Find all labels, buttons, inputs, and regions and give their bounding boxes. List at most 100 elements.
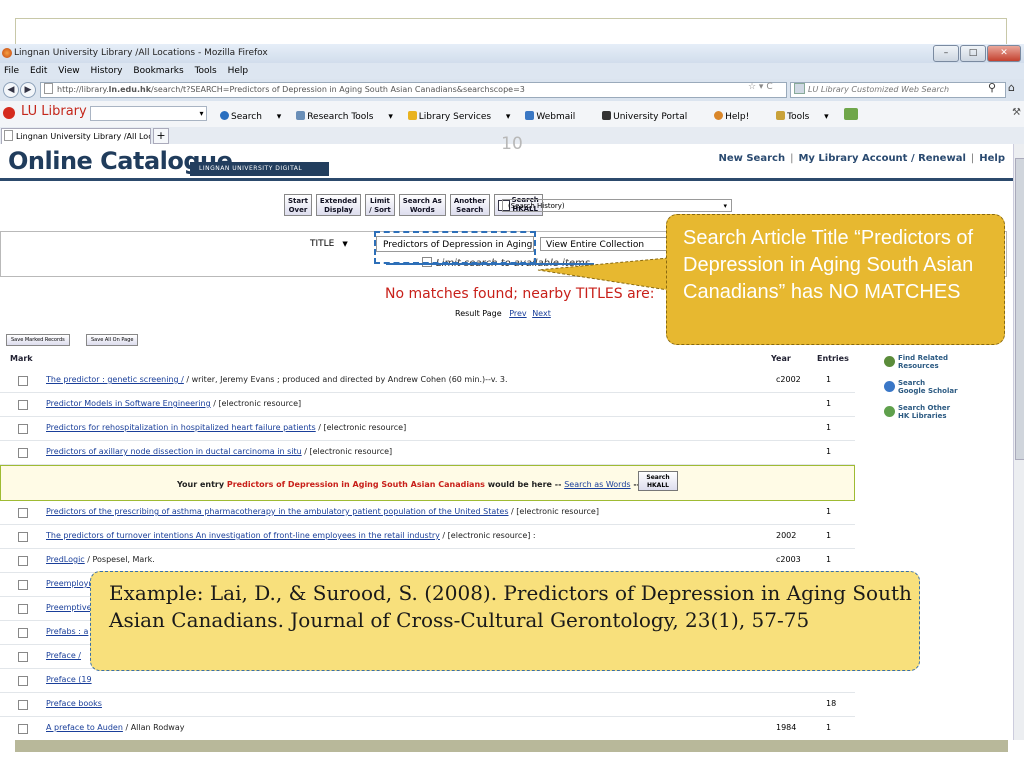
toolbar-search[interactable]: Search ▾: [220, 111, 281, 122]
bookmark-star-icon[interactable]: ☆ ▾ C: [748, 82, 773, 92]
search-as-words-link[interactable]: Search as Words: [564, 480, 630, 489]
no-matches-message: No matches found; nearby TITLES are:: [385, 286, 655, 302]
toolbar-research-tools[interactable]: Research Tools ▾: [296, 111, 393, 122]
mark-checkbox[interactable]: [18, 628, 28, 638]
row-entries: 1: [826, 375, 832, 384]
search-history-select[interactable]: (Search History) ▾: [502, 199, 732, 212]
pen-icon: [776, 111, 786, 120]
title-link[interactable]: Preface books: [46, 699, 102, 708]
save-all-on-page-button[interactable]: Save All On Page: [86, 334, 139, 346]
row-entries: 1: [826, 555, 832, 564]
title-link[interactable]: Prefabs : a: [46, 627, 88, 636]
mark-checkbox[interactable]: [18, 448, 28, 458]
start-over-button[interactable]: Start Over: [284, 194, 312, 216]
search-input-highlight: [374, 231, 536, 264]
year-header: Year: [771, 354, 791, 363]
menu-tools[interactable]: Tools: [195, 63, 217, 79]
prev-link[interactable]: Prev: [509, 309, 526, 318]
minimize-button[interactable]: –: [933, 45, 959, 62]
toolbar-search-dropdown[interactable]: ▾: [90, 106, 207, 121]
help-icon: [714, 111, 724, 120]
forward-icon[interactable]: ▶: [20, 82, 36, 98]
next-link[interactable]: Next: [532, 309, 551, 318]
mark-checkbox[interactable]: [18, 676, 28, 686]
scroll-thumb[interactable]: [1015, 158, 1024, 460]
toolbar-addon[interactable]: [843, 108, 860, 122]
home-icon[interactable]: ⌂: [1008, 81, 1015, 94]
mark-checkbox[interactable]: [18, 700, 28, 710]
mark-checkbox[interactable]: [18, 724, 28, 734]
mark-checkbox[interactable]: [18, 508, 28, 518]
mark-checkbox[interactable]: [18, 400, 28, 410]
mark-checkbox[interactable]: [18, 580, 28, 590]
title-link[interactable]: Preface (19: [46, 675, 92, 684]
hk-libraries-link[interactable]: Search Other HK Libraries: [884, 399, 958, 424]
limit-sort-button[interactable]: Limit / Sort: [365, 194, 395, 216]
title-link[interactable]: Preface /: [46, 651, 81, 660]
google-scholar-link[interactable]: Search Google Scholar: [884, 374, 958, 399]
lu-library-button[interactable]: LU Library: [21, 104, 87, 119]
table-row: Predictor Models in Software Engineering…: [0, 393, 855, 417]
row-year: 2002: [776, 531, 797, 540]
toolbar-tools[interactable]: Tools ▾: [776, 111, 829, 122]
window-title: Lingnan University Library /All Location…: [14, 48, 268, 58]
search-icon: [220, 111, 229, 120]
row-details: / Allan Rodway: [122, 723, 185, 732]
my-library-account-link[interactable]: My Library Account / Renewal: [798, 153, 965, 164]
mark-checkbox[interactable]: [18, 532, 28, 542]
toolbar-portal[interactable]: University Portal: [602, 111, 699, 122]
search-engine-icon[interactable]: [794, 83, 805, 94]
search-as-words-button[interactable]: Search As Words: [398, 194, 446, 216]
mark-checkbox[interactable]: [18, 376, 28, 386]
mortarboard-icon: [602, 111, 612, 120]
row-year: 1984: [776, 723, 797, 732]
title-link[interactable]: Preemptive: [46, 603, 92, 612]
web-search-field[interactable]: LU Library Customized Web Search: [790, 82, 1006, 98]
another-search-button[interactable]: Another Search: [449, 194, 490, 216]
title-link[interactable]: Predictors of the prescribing of asthma …: [46, 507, 509, 516]
menu-file[interactable]: File: [4, 63, 19, 79]
your-entry-row: Your entry Predictors of Depression in A…: [0, 465, 855, 501]
row-entries: 1: [826, 531, 832, 540]
title-link[interactable]: Predictors of axillary node dissection i…: [46, 447, 302, 456]
toolbar-webmail[interactable]: Webmail: [525, 111, 587, 122]
menu-help[interactable]: Help: [228, 63, 249, 79]
menu-view[interactable]: View: [58, 63, 79, 79]
header-divider: [0, 178, 1013, 181]
find-related-resources-link[interactable]: Find Related Resources: [884, 349, 958, 374]
title-link[interactable]: The predictor : genetic screening /: [46, 375, 184, 384]
reload-icon: C: [766, 82, 773, 92]
maximize-button[interactable]: □: [960, 45, 986, 62]
mark-checkbox[interactable]: [18, 424, 28, 434]
menu-history[interactable]: History: [90, 63, 122, 79]
back-icon[interactable]: ◀: [3, 82, 19, 98]
mark-checkbox[interactable]: [18, 652, 28, 662]
menu-bookmarks[interactable]: Bookmarks: [133, 63, 183, 79]
address-bar[interactable]: http://library.ln.edu.hk/search/t?SEARCH…: [40, 82, 787, 98]
save-marked-records-button[interactable]: Save Marked Records: [6, 334, 70, 346]
title-link[interactable]: PredLogic: [46, 555, 85, 564]
menu-edit[interactable]: Edit: [30, 63, 47, 79]
extended-display-button[interactable]: Extended Display: [315, 194, 362, 216]
close-button[interactable]: ✕: [987, 45, 1021, 62]
vertical-scrollbar[interactable]: [1013, 144, 1024, 740]
table-row: Predictors for rehospitalization in hosp…: [0, 417, 855, 441]
mark-checkbox[interactable]: [18, 604, 28, 614]
title-link[interactable]: The predictors of turnover intentions An…: [46, 531, 440, 540]
magnifier-icon[interactable]: ⚲: [988, 81, 996, 94]
mark-checkbox[interactable]: [18, 556, 28, 566]
title-link[interactable]: Predictors for rehospitalization in hosp…: [46, 423, 316, 432]
title-link[interactable]: A preface to Auden: [46, 723, 123, 732]
search-field-select[interactable]: TITLE ▼: [310, 239, 348, 249]
entry-search-hkall-button[interactable]: Search HKALL: [638, 471, 678, 491]
row-entries: 1: [826, 423, 832, 432]
side-links: Find Related Resources Search Google Schol…: [884, 349, 958, 424]
row-title-cell: Preemptive: [46, 603, 92, 612]
row-title-cell: Preface books: [46, 699, 102, 708]
help-link[interactable]: Help: [979, 153, 1005, 164]
title-link[interactable]: Predictor Models in Software Engineering: [46, 399, 211, 408]
new-search-link[interactable]: New Search: [718, 153, 785, 164]
wrench-icon[interactable]: ⚒: [1012, 107, 1021, 118]
toolbar-library-services[interactable]: Library Services ▾: [407, 111, 510, 122]
toolbar-help[interactable]: Help!: [714, 111, 761, 122]
